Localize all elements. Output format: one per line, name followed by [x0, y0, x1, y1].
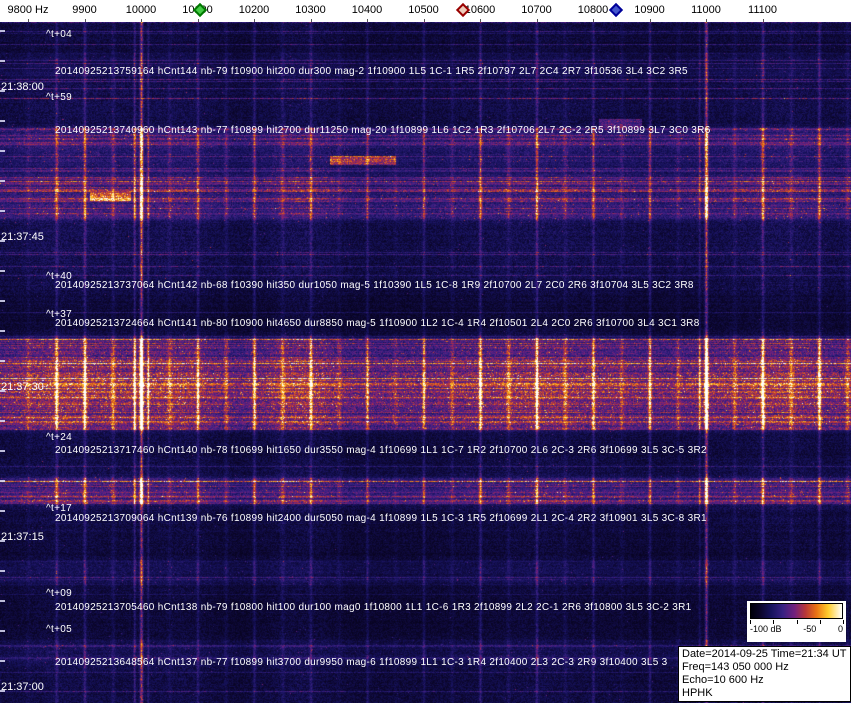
freq-tick-label: 10300 [295, 4, 326, 16]
colorbar-tick [750, 620, 751, 624]
time-minor-tick [0, 360, 5, 362]
freq-tick-mark [367, 19, 368, 22]
event-time-label: ^t+04 [46, 29, 72, 40]
time-minor-tick [0, 390, 5, 392]
colorbar-tick [843, 620, 844, 624]
time-minor-tick [0, 60, 5, 62]
freq-tick-mark [197, 19, 199, 22]
freq-tick-label: 10700 [521, 4, 552, 16]
freq-tick-label: 10500 [408, 4, 439, 16]
event-time-label: ^t+05 [46, 624, 72, 635]
time-minor-tick [0, 330, 5, 332]
time-minor-tick [0, 90, 5, 92]
freq-tick-label: 10000 [125, 4, 157, 16]
freq-tick-mark [480, 19, 481, 22]
freq-tick-label: 9900 [72, 4, 97, 16]
time-minor-tick [0, 300, 5, 302]
freq-tick-mark [254, 19, 255, 22]
time-minor-tick [0, 420, 5, 422]
time-minor-tick [0, 690, 5, 692]
freq-tick-mark [28, 19, 29, 22]
time-minor-tick [0, 210, 5, 212]
time-minor-tick [0, 30, 5, 32]
time-axis-label: 21:37:45 [1, 231, 44, 243]
event-detail-text: 20140925213759164 hCnt144 nb-79 f10900 h… [55, 66, 688, 77]
info-station-line: HPHK [682, 687, 713, 699]
time-minor-tick [0, 120, 5, 122]
info-date-line: Date=2014-09-25 Time=21:34 UTC [682, 648, 847, 660]
freq-tick-mark [649, 19, 651, 22]
time-minor-tick [0, 180, 5, 182]
info-box: Date=2014-09-25 Time=21:34 UTC Freq=143 … [678, 646, 851, 702]
event-time-label: ^t+09 [46, 588, 72, 599]
freq-tick-label: 10200 [238, 4, 270, 16]
freq-tick-mark [593, 19, 594, 22]
colorbar-gradient [750, 603, 843, 619]
freq-tick-mark [423, 19, 425, 22]
event-detail-text: 20140925213737064 hCnt142 nb-68 f10390 h… [55, 280, 694, 291]
time-minor-tick [0, 600, 5, 602]
time-axis-label: 21:37:00 [1, 681, 44, 693]
event-detail-text: 20140925213724664 hCnt141 nb-80 f10900 h… [55, 318, 700, 329]
time-minor-tick [0, 480, 5, 482]
event-detail-text: 20140925213705460 hCnt138 nb-79 f10800 h… [55, 602, 692, 613]
colorbar-mid-label: -50 [803, 624, 817, 634]
time-minor-tick [0, 270, 5, 272]
time-axis-label: 21:37:15 [1, 531, 44, 543]
time-minor-tick [0, 570, 5, 572]
time-minor-tick [0, 150, 5, 152]
freq-tick-label: 10400 [351, 4, 383, 16]
event-detail-text: 20140925213648564 hCnt137 nb-77 f10899 h… [55, 657, 668, 668]
time-minor-tick [0, 240, 5, 242]
time-minor-tick [0, 630, 5, 632]
event-time-label: ^t+59 [46, 92, 72, 103]
colorbar: -100 dB -50 0 [747, 601, 846, 642]
time-minor-tick [0, 450, 5, 452]
time-axis-label: 21:38:00 [1, 81, 44, 93]
freq-tick-label: 11000 [691, 4, 721, 16]
colorbar-tick [819, 620, 821, 624]
freq-tick-label: 10900 [634, 4, 665, 16]
freq-tick-mark [84, 19, 86, 22]
time-minor-tick [0, 510, 5, 512]
frequency-axis: 9800 Hz990010000101001020010300104001050… [0, 0, 851, 22]
freq-tick-label: 11100 [748, 4, 777, 16]
info-echo-line: Echo=10 600 Hz [682, 674, 764, 686]
colorbar-max-label: 0 [837, 624, 843, 634]
colorbar-tick [796, 620, 798, 624]
colorbar-min-label: -100 dB [750, 624, 782, 634]
freq-tick-label: 9800 Hz [7, 4, 49, 16]
colorbar-ticks [750, 620, 844, 624]
freq-tick-mark [141, 19, 142, 22]
spectrogram-area: -100 dB -50 0 Date=2014-09-25 Time=21:34… [0, 22, 851, 703]
time-minor-tick [0, 540, 5, 542]
freq-tick-label: 10800 [577, 4, 609, 16]
freq-tick-mark [536, 19, 538, 22]
colorbar-labels: -100 dB -50 0 [750, 624, 843, 635]
time-axis-label: 21:37:30 [1, 381, 44, 393]
info-freq-line: Freq=143 050 000 Hz [682, 661, 789, 673]
event-detail-text: 20140925213717460 hCnt140 nb-78 f10699 h… [55, 445, 707, 456]
freq-tick-mark [310, 19, 312, 22]
blue-diamond-marker[interactable] [608, 2, 623, 18]
time-minor-tick [0, 660, 5, 662]
colorbar-tick [773, 620, 775, 624]
freq-tick-mark [706, 19, 707, 22]
meteor-spectrogram-app: 9800 Hz990010000101001020010300104001050… [0, 0, 851, 703]
freq-tick-mark [762, 19, 764, 22]
event-detail-text: 20140925213709064 hCnt139 nb-76 f10899 h… [55, 513, 707, 524]
event-detail-text: 20140925213740960 hCnt143 nb-77 f10899 h… [55, 125, 711, 136]
event-time-label: ^t+24 [46, 432, 72, 443]
